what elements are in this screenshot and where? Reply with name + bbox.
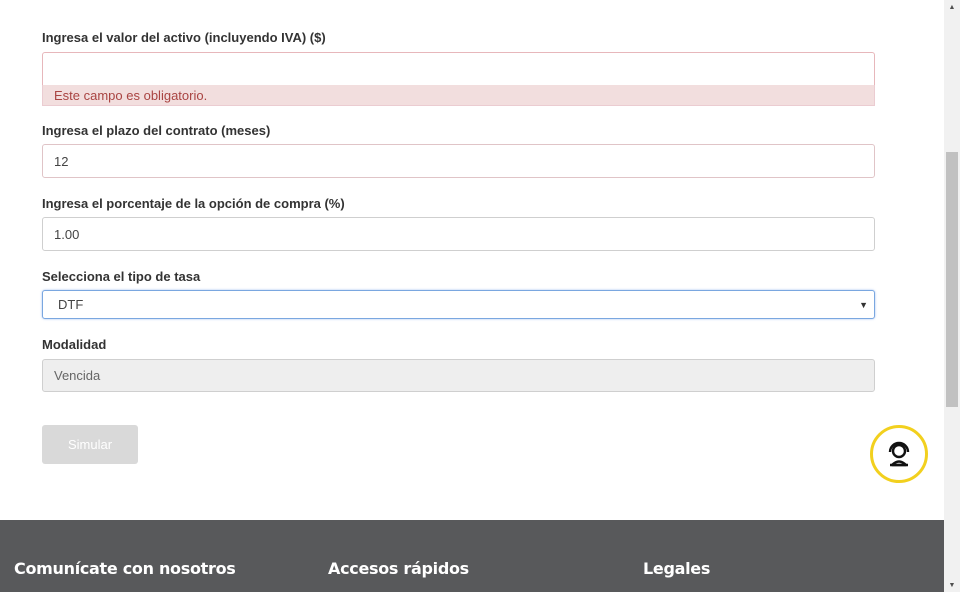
- site-footer: Comunícate con nosotros Accesos rápidos …: [0, 520, 944, 592]
- rate-type-label: Selecciona el tipo de tasa: [42, 269, 201, 284]
- modality-label: Modalidad: [42, 337, 107, 352]
- rate-type-selected: DTF: [58, 297, 84, 312]
- term-label: Ingresa el plazo del contrato (meses): [42, 123, 271, 138]
- purchase-option-input[interactable]: 1.00: [42, 217, 875, 251]
- asset-value-input[interactable]: [42, 52, 875, 85]
- footer-legal-heading: Legales: [643, 559, 711, 578]
- chat-support-button[interactable]: [870, 425, 928, 483]
- support-agent-icon: [888, 441, 910, 467]
- caret-down-icon: ▼: [859, 299, 868, 310]
- modality-field: Vencida: [42, 359, 875, 392]
- asset-value-label: Ingresa el valor del activo (incluyendo …: [42, 30, 326, 45]
- term-input[interactable]: 12: [42, 144, 875, 178]
- asset-value-error: Este campo es obligatorio.: [42, 85, 875, 106]
- scroll-up-icon[interactable]: ▲: [944, 0, 960, 14]
- scroll-down-icon[interactable]: ▼: [944, 578, 960, 592]
- page: Ingresa el valor del activo (incluyendo …: [0, 0, 944, 592]
- scrollbar-thumb[interactable]: [946, 152, 958, 407]
- rate-type-select[interactable]: DTF ▼: [42, 290, 875, 319]
- footer-contact-heading: Comunícate con nosotros: [14, 559, 236, 578]
- purchase-option-label: Ingresa el porcentaje de la opción de co…: [42, 196, 345, 211]
- simulate-button[interactable]: Simular: [42, 425, 138, 464]
- footer-quick-access-heading: Accesos rápidos: [328, 559, 469, 578]
- vertical-scrollbar[interactable]: ▲ ▼: [944, 0, 960, 592]
